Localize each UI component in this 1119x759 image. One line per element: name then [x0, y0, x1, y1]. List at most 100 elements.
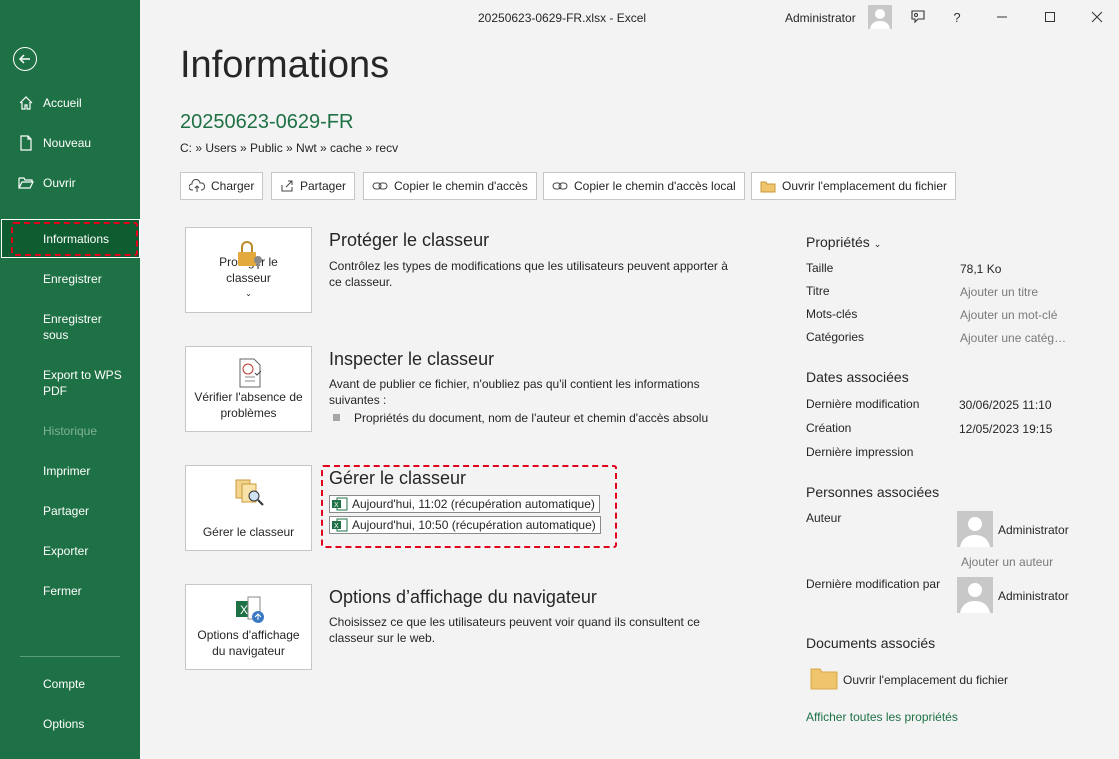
link-icon	[372, 182, 388, 190]
show-all-properties-link[interactable]: Afficher toutes les propriétés	[806, 710, 958, 724]
svg-text:X: X	[240, 603, 248, 617]
open-folder-icon	[18, 177, 34, 189]
help-icon: ?	[953, 9, 961, 25]
sidebar-item-exporter[interactable]: Exporter	[0, 543, 140, 559]
author-name: Administrator	[998, 523, 1069, 537]
sidebar-item-export-wps-pdf[interactable]: Export to WPS PDF	[0, 367, 140, 399]
feedback-icon[interactable]	[906, 5, 930, 29]
sidebar-item-compte[interactable]: Compte	[0, 676, 140, 692]
prop-categories-input[interactable]: Ajouter une catég…	[960, 331, 1066, 345]
prop-title-input[interactable]: Ajouter un titre	[960, 285, 1038, 299]
help-button[interactable]: ?	[945, 5, 969, 29]
prop-author-label: Auteur	[806, 511, 842, 525]
avatar	[957, 511, 993, 547]
people-heading: Personnes associées	[806, 484, 940, 500]
properties-heading-label: Propriétés	[806, 234, 870, 250]
open-file-location-button[interactable]: Ouvrir l'emplacement du fichier	[751, 172, 957, 200]
sidebar-item-enregistrer[interactable]: Enregistrer	[0, 271, 140, 287]
avatar	[957, 577, 993, 613]
maximize-icon[interactable]	[1038, 5, 1062, 29]
info-pane: Informations 20250623-0629-FR C: » Users…	[140, 34, 1119, 759]
new-document-icon	[20, 135, 32, 151]
title-bar: 20250623-0629-FR.xlsx - Excel Administra…	[140, 0, 1119, 34]
sidebar-item-label: Enregistrer sous	[43, 312, 102, 342]
sidebar-item-partager[interactable]: Partager	[0, 503, 140, 519]
close-icon[interactable]	[1085, 5, 1109, 29]
folder-icon[interactable]	[810, 666, 838, 690]
home-icon	[19, 96, 33, 110]
check-issues-button[interactable]: Vérifier l'absence de problèmes	[185, 346, 312, 432]
chevron-down-icon: ⌄	[245, 289, 252, 298]
highlight-annotation	[321, 465, 617, 548]
excel-web-icon: X	[236, 596, 264, 623]
sidebar-divider	[20, 656, 120, 657]
inspect-document-icon	[239, 358, 262, 388]
sidebar-item-fermer[interactable]: Fermer	[0, 583, 140, 599]
manage-workbook-button[interactable]: Gérer le classeur	[185, 465, 312, 551]
protect-section-title: Protéger le classeur	[329, 230, 490, 250]
copy-local-path-button[interactable]: Copier le chemin d'accès local	[543, 172, 745, 200]
prop-modified-value: 30/06/2025 11:10	[959, 398, 1052, 412]
file-name: 20250623-0629-FR	[180, 111, 354, 133]
sidebar-item-historique: Historique	[0, 423, 140, 439]
back-arrow-icon[interactable]	[13, 47, 37, 71]
breadcrumb: C: » Users » Public » Nwt » cache » recv	[180, 141, 399, 155]
backstage-sidebar: Accueil Nouveau Ouvrir Informations Enre…	[0, 0, 140, 759]
minimize-icon[interactable]	[990, 5, 1014, 29]
page-title: Informations	[180, 44, 390, 86]
sidebar-item-label: Fermer	[43, 584, 82, 598]
inspect-section-desc: Avant de publier ce fichier, n'oubliez p…	[329, 377, 700, 407]
folder-icon	[760, 181, 776, 192]
prop-categories-label: Catégories	[806, 330, 865, 344]
manage-versions-icon	[235, 479, 264, 506]
bullet-icon	[333, 414, 340, 421]
prop-keywords-input[interactable]: Ajouter un mot-clé	[960, 308, 1057, 322]
sidebar-item-nouveau[interactable]: Nouveau	[0, 135, 140, 151]
highlight-annotation	[11, 222, 138, 256]
sidebar-item-label: Enregistrer	[43, 272, 102, 286]
dates-heading: Dates associées	[806, 369, 909, 385]
copy-path-label: Copier le chemin d'accès	[394, 179, 528, 193]
share-button[interactable]: Partager	[271, 172, 356, 200]
sidebar-item-accueil[interactable]: Accueil	[0, 95, 140, 111]
add-author-input[interactable]: Ajouter un auteur	[961, 555, 1053, 569]
check-issues-label: Vérifier l'absence de problèmes	[194, 390, 303, 420]
prop-printed-label: Dernière impression	[806, 445, 914, 459]
sidebar-item-ouvrir[interactable]: Ouvrir	[0, 175, 140, 191]
copy-path-button[interactable]: Copier le chemin d'accès	[363, 172, 537, 200]
browser-section-title: Options d’affichage du navigateur	[329, 587, 597, 607]
open-file-location-link[interactable]: Ouvrir l'emplacement du fichier	[843, 673, 1008, 687]
sidebar-item-label: Options	[43, 717, 85, 731]
prop-keywords-label: Mots-clés	[806, 307, 858, 321]
browser-section-desc: Choisissez ce que les utilisateurs peuve…	[329, 615, 700, 645]
sidebar-item-label: Exporter	[43, 544, 89, 558]
prop-created-value: 12/05/2023 19:15	[959, 422, 1053, 436]
window-title: 20250623-0629-FR.xlsx - Excel	[478, 11, 647, 25]
link-icon	[552, 182, 568, 190]
properties-heading[interactable]: Propriétés ⌄	[806, 234, 881, 250]
sidebar-item-imprimer[interactable]: Imprimer	[0, 463, 140, 479]
upload-button[interactable]: Charger	[180, 172, 264, 200]
prop-title-label: Titre	[806, 284, 830, 298]
sidebar-item-options[interactable]: Options	[0, 716, 140, 732]
prop-modified-label: Dernière modification	[806, 397, 920, 411]
copy-local-path-label: Copier le chemin d'accès local	[574, 179, 736, 193]
sidebar-item-enregistrer-sous[interactable]: Enregistrer sous	[0, 311, 140, 343]
prop-last-modified-by-label: Dernière modification par	[806, 577, 941, 591]
related-docs-heading: Documents associés	[806, 635, 936, 651]
share-icon	[281, 180, 293, 192]
browser-view-options-label: Options d'affichage du navigateur	[197, 628, 300, 658]
inspect-section-title: Inspecter le classeur	[329, 349, 495, 369]
avatar[interactable]	[868, 5, 892, 29]
sidebar-item-label: Partager	[43, 504, 90, 518]
inspect-bullet-text: Propriétés du document, nom de l'auteur …	[354, 411, 709, 425]
browser-view-options-button[interactable]: X Options d'affichage du navigateur	[185, 584, 312, 670]
account-name[interactable]: Administrator	[785, 11, 856, 25]
sidebar-item-label: Accueil	[43, 96, 82, 110]
share-label: Partager	[300, 179, 347, 193]
protect-workbook-button[interactable]: Protéger le classeur ⌄	[185, 227, 312, 313]
prop-size-value: 78,1 Ko	[960, 262, 1002, 276]
sidebar-item-label: Export to WPS PDF	[43, 368, 122, 398]
sidebar-item-label: Nouveau	[43, 136, 92, 150]
lock-key-icon	[238, 241, 262, 269]
